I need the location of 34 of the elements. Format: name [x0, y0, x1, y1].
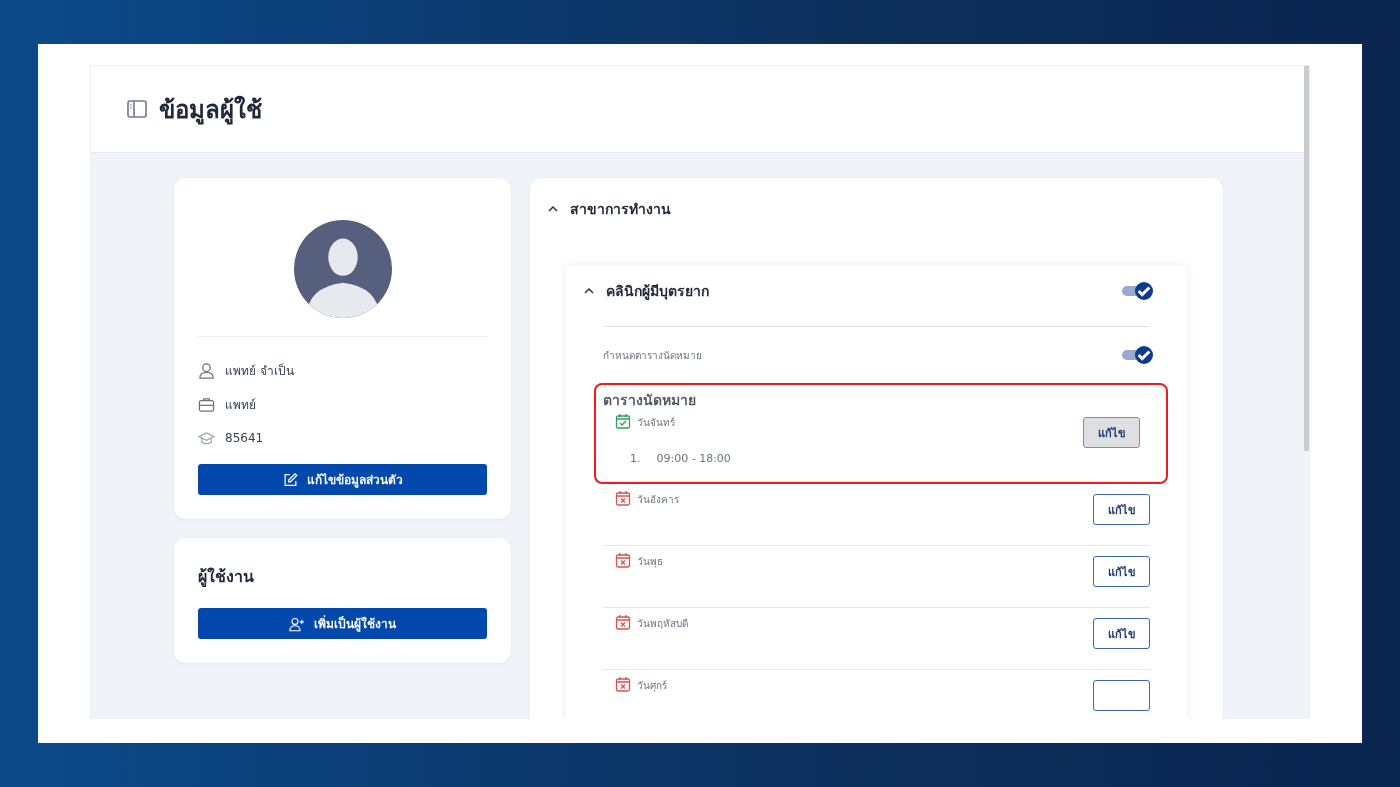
clinic-name: คลินิกผู้มีบุตรยาก: [606, 282, 709, 302]
slot-number: 1.: [630, 452, 641, 465]
scrollbar-thumb[interactable]: [1304, 66, 1309, 451]
graduation-cap-icon: [198, 429, 215, 447]
scrollbar[interactable]: [1304, 66, 1309, 719]
user-role: แพทย์: [225, 396, 256, 414]
section-title: สาขาการทำงาน: [570, 200, 671, 219]
day-name: วันพฤหัสบดี: [637, 617, 688, 631]
schedule-title: ตารางนัดหมาย: [603, 392, 696, 408]
page-title: ข้อมูลผู้ใช้: [159, 94, 262, 127]
edit-button[interactable]: แก้ไข: [1093, 556, 1150, 587]
add-user-icon: [289, 615, 306, 632]
sidebar-icon[interactable]: [127, 100, 147, 118]
edit-button[interactable]: [1093, 680, 1150, 711]
users-title: ผู้ใช้งาน: [198, 566, 255, 589]
license-number: 85641: [225, 431, 264, 445]
edit-profile-button[interactable]: แก้ไขข้อมูลส่วนตัว: [198, 464, 487, 495]
slot-time: 09:00 - 18:00: [656, 452, 731, 465]
user-name: แพทย์ จำเป็น: [225, 362, 294, 380]
edit-icon: [282, 471, 299, 488]
chevron-icon[interactable]: [584, 288, 594, 294]
user-icon: [198, 361, 215, 379]
day-name: วันจันทร์: [637, 416, 675, 430]
edit-button[interactable]: แก้ไข: [1093, 494, 1150, 525]
edit-button[interactable]: แก้ไข: [1093, 618, 1150, 649]
day-name: วันอังคาร: [637, 493, 679, 507]
edit-button[interactable]: แก้ไข: [1083, 417, 1140, 448]
schedule-toggle-label: กำหนดตารางนัดหมาย: [603, 348, 702, 363]
briefcase-icon: [198, 395, 215, 413]
add-user-button[interactable]: เพิ่มเป็นผู้ใช้งาน: [198, 608, 487, 639]
avatar-silhouette-icon: [293, 220, 392, 318]
chevron-icon[interactable]: [548, 206, 558, 212]
day-name: วันศุกร์: [637, 679, 667, 693]
day-name: วันพุธ: [637, 555, 663, 569]
